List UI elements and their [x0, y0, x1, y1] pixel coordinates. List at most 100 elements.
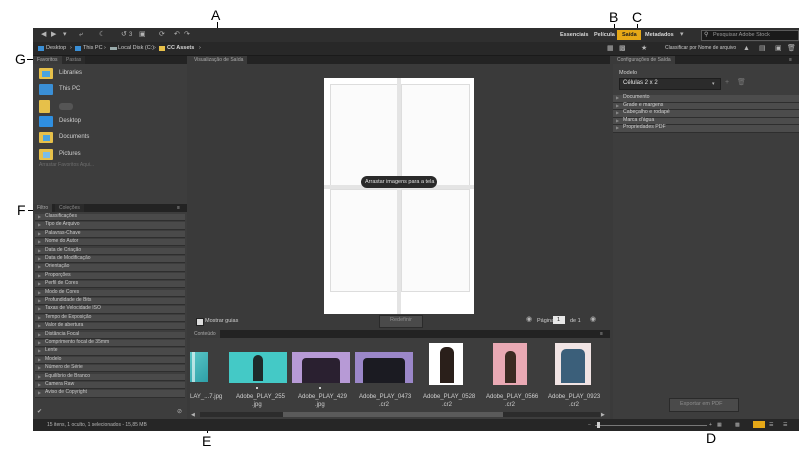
show-guides-checkbox[interactable]: [196, 318, 204, 326]
cell-top-right[interactable]: [401, 84, 470, 187]
cell-bottom-right[interactable]: [401, 189, 470, 292]
thumbnail-size-handle[interactable]: [597, 422, 600, 428]
thumbnail-size-slider[interactable]: [595, 425, 707, 426]
rotate-ccw-icon[interactable]: ⟳: [159, 31, 165, 39]
expand-arrow-icon: ▶: [616, 117, 620, 123]
workspace-essenciais[interactable]: Essenciais: [560, 32, 588, 38]
filter-14[interactable]: ▶ Distância Focal: [35, 331, 185, 339]
recent-icon[interactable]: ▾: [63, 31, 67, 39]
output-menu-icon[interactable]: ≡: [789, 56, 792, 64]
scroll-right-icon[interactable]: ▶: [601, 411, 605, 419]
filter-2[interactable]: ▶ Palavras-Chave: [35, 230, 185, 239]
view-details-icon[interactable]: [753, 421, 765, 428]
filter-pin-icon[interactable]: ✔: [37, 408, 42, 416]
thumb-people: [363, 358, 405, 383]
open-in-camera-raw-icon[interactable]: ▣: [139, 31, 146, 39]
cell-top-left[interactable]: [330, 84, 399, 187]
workspace-saida-label: Saída: [622, 32, 637, 38]
favorite-thispc[interactable]: This PC: [39, 84, 179, 98]
tab-content[interactable]: Conteúdo: [190, 330, 220, 338]
favorite-pictures[interactable]: Pictures: [39, 149, 179, 163]
filter-5[interactable]: ▶ Data de Modificação: [35, 255, 185, 264]
filter-16[interactable]: ▶ Lente: [35, 347, 185, 356]
filter-18[interactable]: ▶ Número de Série: [35, 364, 185, 373]
filter-12[interactable]: ▶ Tempo de Exposição: [35, 314, 185, 323]
crumb-desktop[interactable]: Desktop: [46, 45, 66, 51]
filter-9[interactable]: ▶ Modo de Cores: [35, 289, 185, 297]
filter-8[interactable]: ▶ Perfil de Cores: [35, 280, 185, 289]
thumb-0[interactable]: [190, 352, 210, 412]
open-recent-icon[interactable]: ▤: [759, 45, 766, 53]
camera-import-icon[interactable]: ☾: [99, 31, 105, 39]
tab-pastas[interactable]: Pastas: [62, 56, 86, 64]
quality-icon[interactable]: ▩: [619, 45, 626, 53]
back-icon[interactable]: ◀: [41, 31, 46, 39]
crumb-ccassets[interactable]: CC Assets: [167, 45, 194, 51]
view-mode-icon[interactable]: ▦: [607, 45, 614, 53]
boomerang-icon[interactable]: ⤶: [79, 31, 83, 39]
filter-17[interactable]: ▶ Modelo: [35, 356, 185, 365]
delete-icon[interactable]: 🗑: [787, 45, 796, 53]
forward-icon[interactable]: ▶: [51, 31, 56, 39]
filter-1[interactable]: ▶ Tipo de Arquivo: [35, 221, 185, 230]
delete-template-icon[interactable]: 🗑: [737, 79, 746, 87]
filter-10[interactable]: ▶ Profundidade de Bits: [35, 297, 185, 306]
cell-bottom-left[interactable]: [330, 189, 399, 292]
filter-label: Valor de abertura: [45, 322, 84, 329]
new-folder-icon[interactable]: ▣: [775, 45, 782, 53]
content-menu-icon[interactable]: ≡: [600, 330, 603, 338]
filter-21[interactable]: ▶ Aviso de Copyright: [35, 389, 185, 398]
tab-favoritos[interactable]: Favoritos: [33, 56, 62, 64]
favorite-documents[interactable]: Documents: [39, 132, 179, 146]
prev-page-icon[interactable]: ◉: [526, 316, 532, 324]
view-thumbnails-icon[interactable]: ▩: [735, 421, 740, 429]
filter-0[interactable]: ▶ Classificações: [35, 213, 185, 222]
zoom-out-icon[interactable]: −: [588, 421, 591, 429]
thispc-crumb-icon: [75, 46, 81, 51]
content-scrollbar-thumb[interactable]: [283, 412, 503, 417]
scroll-left-icon[interactable]: ◀: [191, 411, 195, 419]
sort-ascending-icon[interactable]: ▲: [743, 45, 750, 53]
workspace-pelicula[interactable]: Película: [594, 32, 615, 38]
thumb-5-name: Adobe_PLAY_0566: [486, 394, 539, 400]
lock-grid-icon[interactable]: ▦: [717, 421, 722, 429]
favorite-user-folder[interactable]: [39, 100, 179, 114]
filter-panel-header: Filtro Coleções ≡: [33, 204, 187, 212]
filter-13[interactable]: ▶ Valor de abertura: [35, 322, 185, 331]
next-page-icon[interactable]: ◉: [590, 316, 596, 324]
crumb-thispc[interactable]: This PC: [83, 45, 103, 51]
filter-7[interactable]: ▶ Proporções: [35, 272, 185, 281]
view-list-icon[interactable]: ☰: [769, 421, 773, 429]
filter-6[interactable]: ▶ Orientação: [35, 263, 185, 272]
filter-4[interactable]: ▶ Data de Criação: [35, 247, 185, 255]
crumb-localdisk[interactable]: Local Disk (C:): [118, 45, 154, 51]
view-compact-icon[interactable]: ☰: [783, 421, 787, 429]
filter-19[interactable]: ▶ Equilíbrio de Branco: [35, 373, 185, 381]
star-filter-icon[interactable]: ★: [641, 45, 647, 53]
tab-filtro[interactable]: Filtro: [33, 204, 53, 212]
favorite-desktop[interactable]: Desktop: [39, 116, 179, 130]
sort-dropdown[interactable]: Classificar por Nome de arquivo: [665, 45, 736, 51]
expand-arrow-icon: ▶: [38, 222, 42, 228]
filter-3[interactable]: ▶ Nome do Autor: [35, 238, 185, 247]
favorite-label: Pictures: [59, 151, 81, 157]
workspace-metadados[interactable]: Metadados: [645, 32, 674, 38]
favorite-libraries[interactable]: Libraries: [39, 68, 179, 82]
filter-label: Lente: [45, 347, 58, 354]
add-template-icon[interactable]: +: [725, 79, 729, 87]
zoom-in-icon[interactable]: +: [709, 421, 712, 429]
tab-output-preview[interactable]: Visualização de Saída: [190, 56, 248, 64]
refine-icon[interactable]: ↺: [121, 31, 127, 39]
filter-20[interactable]: ▶ Camera Raw: [35, 381, 185, 390]
filter-15[interactable]: ▶ Comprimento focal de 35mm: [35, 339, 185, 348]
rotate-left-icon[interactable]: ↶: [174, 31, 180, 39]
rotate-right-icon[interactable]: ↷: [184, 31, 190, 39]
output-section-4[interactable]: ▶ Propriedades PDF: [613, 124, 799, 133]
panel-menu-icon[interactable]: ≡: [177, 204, 180, 212]
filter-clear-icon[interactable]: ⊘: [177, 408, 182, 416]
tab-colecoes[interactable]: Coleções: [55, 204, 84, 212]
callout-a: A: [211, 7, 221, 23]
workspace-menu-icon[interactable]: ▾: [680, 31, 684, 39]
tab-output-settings[interactable]: Configurações de Saída: [613, 56, 675, 64]
filter-11[interactable]: ▶ Taxas de Velocidade ISO: [35, 305, 185, 314]
